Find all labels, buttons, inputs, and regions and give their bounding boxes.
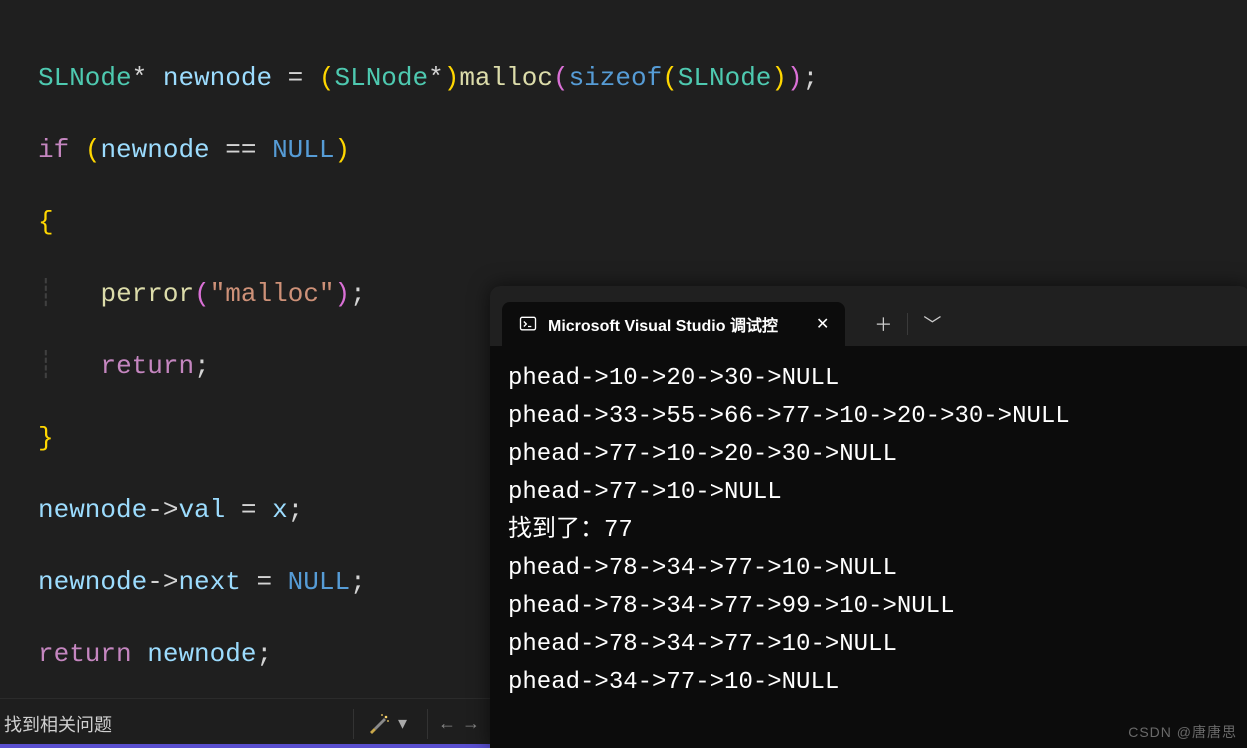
titlebar-separator [907, 313, 908, 335]
arrow-right-icon[interactable]: → [462, 713, 480, 734]
code-token-sep: ; [803, 63, 819, 93]
code-token-var: newnode [38, 567, 147, 597]
code-token-func: malloc [459, 63, 553, 93]
arrow-left-icon[interactable]: ← [438, 713, 456, 734]
code-token-paren: ( [662, 63, 678, 93]
code-token-null: NULL [288, 567, 350, 597]
console-line: phead->34->77->10->NULL [508, 669, 839, 696]
code-token-op: * [132, 63, 148, 93]
code-token-brace: } [38, 423, 54, 453]
tab-dropdown-button[interactable]: ﹀ [910, 302, 954, 346]
console-titlebar[interactable]: Microsoft Visual Studio 调试控 ✕ ＋ ﹀ [490, 286, 1247, 346]
indent-guide: ┊ [38, 279, 100, 309]
titlebar-actions: ＋ ﹀ [861, 302, 954, 346]
code-token-op: = [272, 63, 319, 93]
status-message: 找到相关问题 [0, 711, 343, 737]
code-token-sep: ; [288, 495, 304, 525]
code-line: if (newnode == NULL) [38, 132, 1247, 168]
code-token-op: -> [147, 567, 178, 597]
code-token-type: SLNode [38, 63, 132, 93]
code-token-null: NULL [272, 135, 334, 165]
code-token-string: "malloc" [210, 279, 335, 309]
debug-console-window: Microsoft Visual Studio 调试控 ✕ ＋ ﹀ phead-… [490, 286, 1247, 748]
status-separator [353, 709, 354, 739]
code-token-var: newnode [38, 495, 147, 525]
nav-arrows: ← → [438, 713, 490, 734]
code-token-paren: ( [85, 135, 101, 165]
code-token-sep: ; [350, 567, 366, 597]
code-token-paren: ( [194, 279, 210, 309]
console-tab[interactable]: Microsoft Visual Studio 调试控 ✕ [502, 302, 845, 346]
new-tab-button[interactable]: ＋ [861, 302, 905, 346]
code-token-field: val [178, 495, 225, 525]
brush-icon[interactable] [364, 709, 394, 739]
code-token-keyword: return [38, 639, 132, 669]
code-token-field: next [178, 567, 240, 597]
code-token-op: = [241, 567, 288, 597]
code-token-sep: ; [350, 279, 366, 309]
console-line: phead->33->55->66->77->10->20->30->NULL [508, 403, 1070, 430]
console-output[interactable]: phead->10->20->30->NULL phead->33->55->6… [490, 346, 1247, 702]
console-tab-title: Microsoft Visual Studio 调试控 [548, 312, 778, 336]
code-token-op: -> [147, 495, 178, 525]
code-token-func: perror [100, 279, 194, 309]
dropdown-caret-icon[interactable]: ▾ [394, 713, 417, 734]
code-token-paren: ) [335, 279, 351, 309]
console-line: phead->77->10->20->30->NULL [508, 441, 897, 468]
code-token-paren: ( [319, 63, 335, 93]
status-separator [427, 709, 428, 739]
code-token-brace: { [38, 207, 54, 237]
code-token-sep: ; [194, 351, 210, 381]
code-token-var: newnode [163, 63, 272, 93]
console-line: phead->10->20->30->NULL [508, 365, 839, 392]
status-bar: 找到相关问题 ▾ ← → [0, 698, 490, 748]
code-line: SLNode* newnode = (SLNode*)malloc(sizeof… [38, 60, 1247, 96]
accent-bar [0, 744, 490, 748]
code-token-paren: ( [553, 63, 569, 93]
code-token-op: * [428, 63, 444, 93]
watermark: CSDN @唐唐思 [1128, 722, 1237, 742]
close-icon[interactable]: ✕ [816, 314, 829, 334]
code-token-type: SLNode [678, 63, 772, 93]
code-token-var: x [272, 495, 288, 525]
console-line: 找到了：77 [508, 517, 633, 544]
code-token-type: SLNode [334, 63, 428, 93]
code-token-var: newnode [100, 135, 209, 165]
code-token-op: = [225, 495, 272, 525]
code-line: { [38, 204, 1247, 240]
code-token-sep: ; [256, 639, 272, 669]
code-token-keyword: if [38, 135, 69, 165]
code-token-keyword: sizeof [569, 63, 663, 93]
code-token-paren: ) [787, 63, 803, 93]
code-token-keyword: return [100, 351, 194, 381]
code-token-paren: ) [444, 63, 460, 93]
indent-guide: ┊ [38, 351, 100, 381]
code-token-op: == [210, 135, 272, 165]
console-line: phead->78->34->77->10->NULL [508, 555, 897, 582]
console-line: phead->77->10->NULL [508, 479, 782, 506]
code-token-var: newnode [147, 639, 256, 669]
terminal-icon [518, 314, 538, 334]
console-line: phead->78->34->77->99->10->NULL [508, 593, 954, 620]
code-token-paren: ) [335, 135, 351, 165]
code-token-paren: ) [771, 63, 787, 93]
console-line: phead->78->34->77->10->NULL [508, 631, 897, 658]
